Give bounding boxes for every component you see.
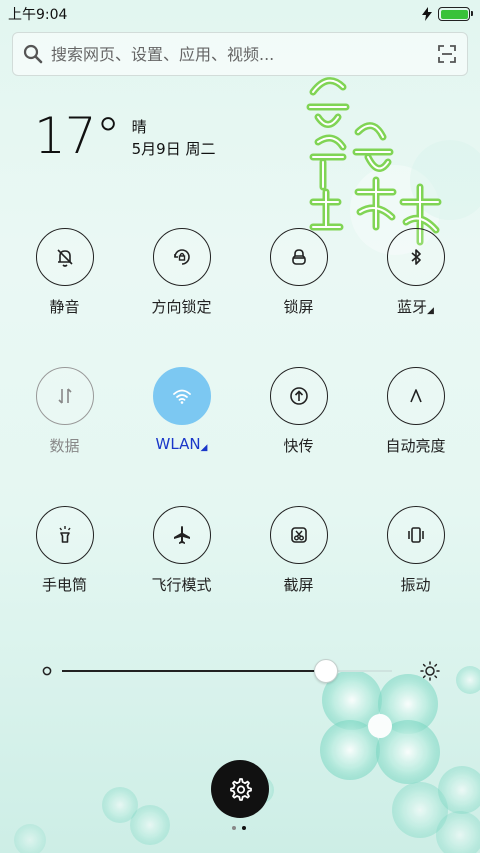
toggle-label: 静音 xyxy=(49,296,79,317)
toggle-label: 飞行模式 xyxy=(151,574,211,595)
page-dot xyxy=(232,826,236,830)
toggle-vibrate[interactable]: 振动 xyxy=(357,506,474,606)
toggle-label: 数据 xyxy=(49,435,79,456)
screenshot-icon xyxy=(290,527,307,543)
toggle-label: 振动 xyxy=(400,574,430,595)
charging-bolt-icon xyxy=(422,7,432,21)
bell-off-icon xyxy=(56,249,73,267)
auto-brightness-icon xyxy=(409,389,422,403)
toggle-label: 锁屏 xyxy=(283,296,313,317)
toggle-label: 自动亮度 xyxy=(385,435,445,456)
toggle-bell-off[interactable]: 静音 xyxy=(6,228,123,328)
clock: 上午9:04 xyxy=(8,7,68,23)
settings-button[interactable] xyxy=(211,760,269,818)
toggle-flashlight[interactable]: 手电筒 xyxy=(6,506,123,606)
toggle-screenshot[interactable]: 截屏 xyxy=(240,506,357,606)
brightness-slider[interactable] xyxy=(38,656,446,686)
more-options-icon: ◢ xyxy=(427,306,434,316)
toggle-button[interactable] xyxy=(152,367,211,425)
weather-widget[interactable]: 17° 晴 5月9日 周二 xyxy=(34,108,215,164)
search-icon xyxy=(23,44,43,64)
toggle-mobile-data[interactable]: 数据 xyxy=(6,367,123,467)
brightness-fill xyxy=(62,670,326,672)
airplane-icon xyxy=(173,526,190,544)
toggle-label-text: 锁屏 xyxy=(283,298,314,316)
toggle-button[interactable] xyxy=(35,367,94,425)
page-indicator xyxy=(232,826,246,830)
scan-icon[interactable] xyxy=(437,44,457,64)
toggle-button[interactable] xyxy=(386,506,445,564)
quick-transfer-icon xyxy=(289,387,308,405)
toggle-button[interactable] xyxy=(35,506,94,564)
toggle-label-text: 数据 xyxy=(49,437,80,455)
toggle-airplane[interactable]: 飞行模式 xyxy=(123,506,240,606)
toggle-wifi[interactable]: WLAN◢ xyxy=(123,367,240,467)
search-input[interactable] xyxy=(51,44,437,64)
temperature: 17° xyxy=(34,107,121,165)
toggle-label: 方向锁定 xyxy=(151,296,211,317)
status-bar: 上午9:04 xyxy=(0,0,480,28)
more-options-icon: ◢ xyxy=(200,443,208,453)
weather-date: 5月9日 周二 xyxy=(131,140,216,158)
toggle-label: 手电筒 xyxy=(42,574,87,595)
rotation-lock-icon xyxy=(173,249,190,265)
page-dot xyxy=(242,826,246,830)
battery-icon xyxy=(438,7,473,21)
mobile-data-icon xyxy=(57,388,72,404)
toggle-label-text: 振动 xyxy=(400,576,431,594)
lock-icon xyxy=(291,249,306,265)
toggle-button[interactable] xyxy=(386,228,445,286)
brightness-high-icon xyxy=(420,661,440,681)
toggle-label-text: 快传 xyxy=(283,437,314,455)
toggle-button[interactable] xyxy=(386,367,445,425)
toggle-button[interactable] xyxy=(269,367,328,425)
brightness-track[interactable] xyxy=(62,670,392,672)
toggle-button[interactable] xyxy=(269,506,328,564)
toggle-quick-transfer[interactable]: 快传 xyxy=(240,367,357,467)
toggle-label-text: 自动亮度 xyxy=(385,437,446,455)
toggle-button[interactable] xyxy=(152,506,211,564)
brightness-thumb[interactable] xyxy=(314,659,338,683)
toggle-label: 蓝牙◢ xyxy=(397,296,434,317)
brightness-low-icon xyxy=(42,666,52,676)
wifi-icon xyxy=(172,389,191,404)
toggle-lock[interactable]: 锁屏 xyxy=(240,228,357,328)
bluetooth-icon xyxy=(410,249,421,265)
toggle-label-text: 手电筒 xyxy=(41,576,87,594)
toggle-label-text: WLAN xyxy=(155,435,201,453)
toggle-label: WLAN◢ xyxy=(156,435,208,453)
toggle-rotation-lock[interactable]: 方向锁定 xyxy=(123,228,240,328)
toggle-label-text: 飞行模式 xyxy=(151,576,212,594)
toggle-bluetooth[interactable]: 蓝牙◢ xyxy=(357,228,474,328)
toggle-button[interactable] xyxy=(269,228,328,286)
toggle-button[interactable] xyxy=(35,228,94,286)
weather-condition: 晴 xyxy=(131,118,147,136)
toggle-button[interactable] xyxy=(152,228,211,286)
toggle-label-text: 方向锁定 xyxy=(151,298,212,316)
toggle-label: 快传 xyxy=(283,435,313,456)
toggle-auto-brightness[interactable]: 自动亮度 xyxy=(357,367,474,467)
toggle-label: 截屏 xyxy=(283,574,313,595)
toggle-label-text: 截屏 xyxy=(283,576,314,594)
vibrate-icon xyxy=(407,527,424,543)
flashlight-icon xyxy=(58,526,71,543)
toggle-label-text: 蓝牙 xyxy=(397,298,428,316)
gear-icon xyxy=(230,778,252,801)
toggle-label-text: 静音 xyxy=(49,298,80,316)
